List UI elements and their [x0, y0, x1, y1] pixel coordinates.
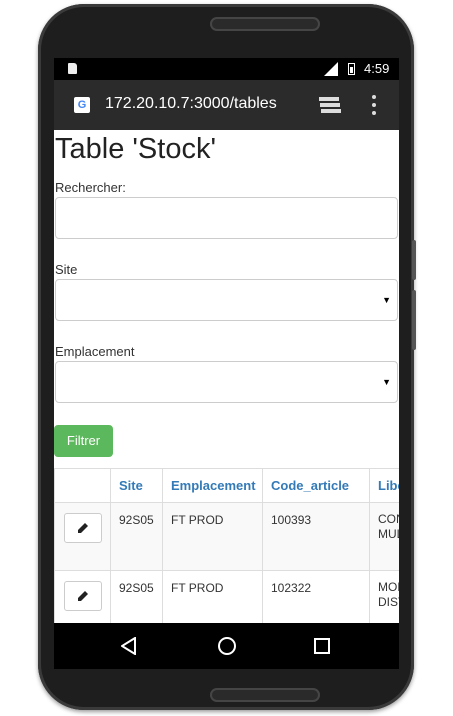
cell-libelle: CON POU MUL	[369, 502, 399, 571]
page-title: Table 'Stock'	[55, 133, 216, 165]
android-nav-bar	[54, 623, 399, 669]
column-header-code-article[interactable]: Code_article	[262, 468, 370, 503]
emplacement-select[interactable]: ▼	[55, 361, 398, 403]
caret-down-icon: ▼	[382, 377, 391, 387]
bottom-speaker	[210, 688, 320, 702]
google-favicon-icon: G	[74, 97, 90, 113]
cell-emplacement: FT PROD	[162, 502, 263, 571]
column-header-actions	[54, 468, 111, 503]
status-time: 4:59	[364, 61, 390, 76]
pencil-icon	[78, 523, 88, 533]
address-bar[interactable]: 172.20.10.7:3000/tables	[105, 95, 277, 113]
column-header-site[interactable]: Site	[110, 468, 163, 503]
signal-icon	[324, 62, 338, 76]
volume-button	[412, 240, 416, 280]
column-header-emplacement[interactable]: Emplacement	[162, 468, 263, 503]
site-label: Site	[55, 262, 78, 277]
column-header-libelle[interactable]: Libe	[369, 468, 399, 503]
status-bar: 4:59	[54, 58, 399, 80]
power-button	[412, 290, 416, 350]
home-circle-icon[interactable]	[217, 636, 237, 656]
recent-apps-square-icon[interactable]	[314, 638, 330, 654]
cell-code-article: 100393	[262, 502, 370, 571]
sd-card-icon	[68, 63, 77, 74]
search-input[interactable]	[55, 197, 398, 239]
back-triangle-icon[interactable]	[121, 637, 137, 655]
page-content: Table 'Stock' Rechercher: Site ▼ Emplace…	[54, 130, 399, 665]
overflow-menu-icon[interactable]	[372, 95, 376, 115]
stock-table: Site Emplacement Code_article Libe	[54, 468, 399, 639]
row-actions-cell	[54, 502, 111, 571]
cell-site: 92S05	[110, 502, 163, 571]
browser-toolbar: G 172.20.10.7:3000/tables	[54, 80, 399, 130]
table-header-row: Site Emplacement Code_article Libe	[54, 468, 399, 503]
site-select[interactable]: ▼	[55, 279, 398, 321]
top-speaker	[210, 17, 320, 31]
caret-down-icon: ▼	[382, 295, 391, 305]
filter-button[interactable]: Filtrer	[54, 425, 113, 457]
edit-button[interactable]	[64, 581, 102, 611]
screen: 4:59 G 172.20.10.7:3000/tables Table 'St…	[54, 58, 399, 665]
table-row: 92S05 FT PROD 100393 CON POU MUL	[54, 502, 399, 571]
pencil-icon	[78, 591, 88, 601]
battery-icon	[348, 63, 355, 75]
emplacement-label: Emplacement	[55, 344, 135, 359]
search-label: Rechercher:	[55, 180, 126, 195]
edit-button[interactable]	[64, 513, 102, 543]
tabs-icon[interactable]	[319, 97, 341, 113]
